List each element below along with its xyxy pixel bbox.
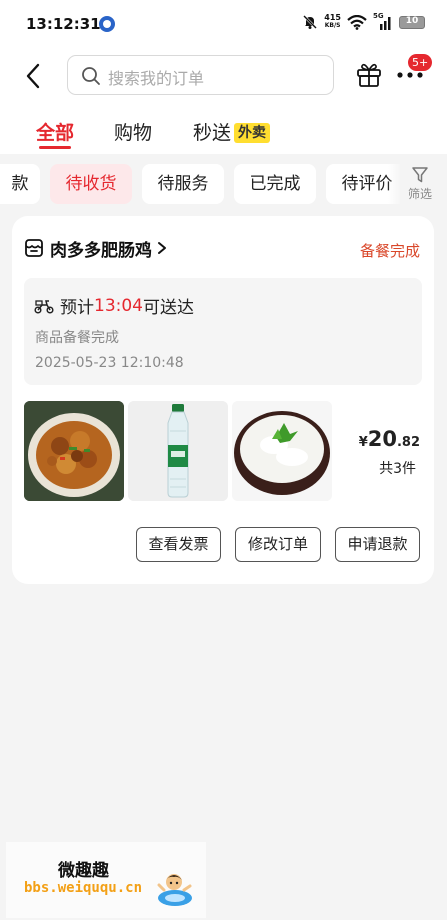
chip-partial[interactable]: 款 xyxy=(0,164,40,204)
price-decimal: .82 xyxy=(396,435,420,450)
search-placeholder: 搜索我的订单 xyxy=(108,69,205,88)
order-status: 备餐完成 xyxy=(359,242,420,260)
delivery-prefix: 预计 xyxy=(60,298,94,318)
takeaway-tag: 外卖 xyxy=(234,123,271,143)
delivery-datetime: 2025-05-23 12:10:48 xyxy=(35,355,184,371)
price-currency: ¥ xyxy=(358,435,368,450)
status-icons: 415 KB/S 5G 10 xyxy=(302,12,425,30)
net-speed: 415 KB/S xyxy=(324,14,341,30)
net-speed-unit: KB/S xyxy=(324,22,341,29)
status-bar: 13:12:31 415 KB/S 5G 10 xyxy=(0,0,447,48)
watermark-title: 微趣趣 xyxy=(58,861,109,881)
filter-button[interactable]: 筛选 xyxy=(400,164,440,204)
battery-level: 10 xyxy=(405,15,419,26)
delivery-estimate: 预计 13:04 可送达 xyxy=(34,293,194,318)
gift-icon[interactable] xyxy=(355,60,383,88)
modify-order-button[interactable]: 修改订单 xyxy=(235,527,321,562)
price-integer: 20 xyxy=(367,427,397,451)
shop-name: 肉多多肥肠鸡 xyxy=(50,240,152,261)
rice-bowl-image xyxy=(232,401,332,501)
scooter-icon xyxy=(34,299,54,314)
tab-instant-delivery-label: 秒送 xyxy=(193,122,232,144)
back-arrow-icon[interactable] xyxy=(22,62,44,90)
status-time: 13:12:31 xyxy=(26,15,101,33)
item-count: 共3件 xyxy=(379,461,416,477)
order-price: ¥20.82 xyxy=(359,427,420,451)
request-refund-button[interactable]: 申请退款 xyxy=(335,527,420,562)
filter-label: 筛选 xyxy=(407,187,432,201)
active-tab-underline xyxy=(39,146,71,149)
battery-icon: 10 xyxy=(399,15,425,29)
watermark: 微趣趣 bbs.weiququ.cn xyxy=(6,842,206,918)
cell-signal: 5G xyxy=(373,12,393,30)
wifi-icon xyxy=(347,14,367,30)
tab-all[interactable]: 全部 xyxy=(36,118,74,145)
net-speed-value: 415 xyxy=(324,13,341,22)
more-icon[interactable] xyxy=(397,70,423,80)
search-icon xyxy=(82,67,100,85)
signal-icon xyxy=(380,16,391,30)
chip-awaiting-receipt[interactable]: 待收货 xyxy=(50,164,132,204)
tab-instant-delivery[interactable]: 秒送 外卖 xyxy=(193,118,271,145)
delivery-time: 13:04 xyxy=(94,295,143,316)
store-icon xyxy=(25,239,43,257)
tab-shopping[interactable]: 购物 xyxy=(114,118,152,145)
shop-header[interactable]: 肉多多肥肠鸡 xyxy=(24,235,168,261)
order-card[interactable]: 肉多多肥肠鸡 备餐完成 预计 13:04 可送达 商品备餐完成 2025-05-23… xyxy=(12,216,434,584)
app-notification-icon xyxy=(99,16,115,32)
delivery-status: 商品备餐完成 xyxy=(35,330,119,346)
watermark-url: bbs.weiququ.cn xyxy=(24,880,143,896)
chip-completed[interactable]: 已完成 xyxy=(234,164,316,204)
view-invoice-button[interactable]: 查看发票 xyxy=(136,527,221,562)
category-tabs: 全部 购物 秒送 外卖 xyxy=(0,104,447,154)
water-bottle-image xyxy=(128,401,228,501)
chevron-right-icon xyxy=(158,242,166,254)
chip-awaiting-service[interactable]: 待服务 xyxy=(142,164,224,204)
header: 搜索我的订单 5+ xyxy=(0,48,447,104)
search-input[interactable]: 搜索我的订单 xyxy=(67,55,334,95)
delivery-info[interactable]: 预计 13:04 可送达 商品备餐完成 2025-05-23 12:10:48 xyxy=(24,278,422,385)
product-thumb-water[interactable] xyxy=(128,401,228,501)
message-badge: 5+ xyxy=(408,54,433,71)
chicken-dish-image xyxy=(24,401,124,501)
delivery-suffix: 可送达 xyxy=(143,298,194,318)
funnel-icon xyxy=(412,167,428,183)
product-thumb-chicken[interactable] xyxy=(24,401,124,501)
product-thumb-rice[interactable] xyxy=(232,401,332,501)
filter-chips: 款 待收货 待服务 已完成 待评价 筛选 xyxy=(0,154,447,212)
mute-bell-icon xyxy=(303,15,318,29)
swimmer-logo-icon xyxy=(157,874,192,906)
